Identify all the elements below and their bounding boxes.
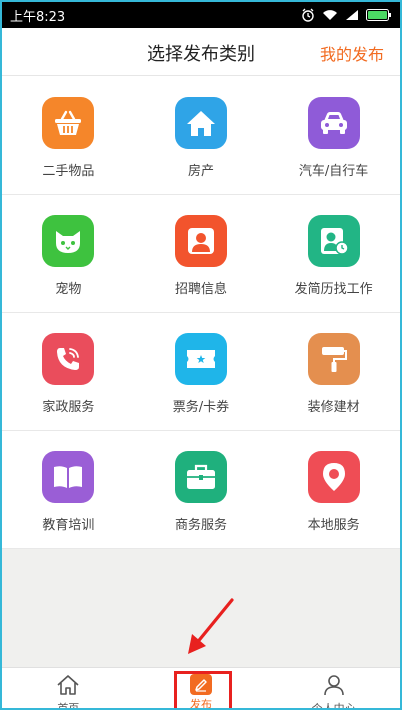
category-second-hand[interactable]: 二手物品 — [2, 77, 135, 194]
car-icon — [307, 97, 360, 149]
annotation-arrow-icon — [184, 598, 236, 660]
alarm-icon — [301, 8, 315, 22]
category-label: 汽车/自行车 — [298, 164, 369, 179]
category-business[interactable]: 商务服务 — [135, 431, 268, 548]
category-label: 票务/卡券 — [172, 400, 230, 415]
category-row: 宠物 招聘信息 发简历找工作 — [2, 195, 400, 313]
annotation-highlight-box — [174, 671, 232, 708]
house-icon — [174, 97, 227, 149]
category-label: 本地服务 — [307, 518, 360, 533]
category-housekeeping[interactable]: 家政服务 — [2, 313, 135, 430]
category-label: 招聘信息 — [174, 282, 227, 297]
category-vehicles[interactable]: 汽车/自行车 — [267, 77, 400, 194]
category-education[interactable]: 教育培训 — [2, 431, 135, 548]
briefcase-icon — [174, 451, 227, 503]
category-real-estate[interactable]: 房产 — [135, 77, 268, 194]
paint-roller-icon — [307, 333, 360, 385]
battery-icon — [366, 9, 392, 21]
app-frame: 上午8:23 选择发布类别 我的发布 二手物品 房产 汽车/自行车 宠物 招聘信… — [0, 0, 402, 710]
category-row: 家政服务 票务/卡券 装修建材 — [2, 313, 400, 431]
page-header: 选择发布类别 我的发布 — [2, 28, 400, 76]
category-label: 装修建材 — [307, 400, 360, 415]
tab-label: 首页 — [57, 702, 80, 710]
category-row: 教育培训 商务服务 本地服务 — [2, 431, 400, 549]
category-label: 宠物 — [55, 282, 82, 297]
person-icon — [174, 215, 227, 267]
category-resume[interactable]: 发简历找工作 — [267, 195, 400, 312]
location-pin-icon — [307, 451, 360, 503]
wifi-icon — [322, 9, 338, 21]
category-label: 家政服务 — [42, 400, 95, 415]
status-time: 上午8:23 — [10, 9, 66, 25]
home-icon — [56, 674, 80, 699]
signal-icon — [345, 9, 359, 21]
category-recruitment[interactable]: 招聘信息 — [135, 195, 268, 312]
phone-icon — [42, 333, 95, 385]
resume-icon — [307, 215, 360, 267]
category-label: 房产 — [187, 164, 214, 179]
category-local-services[interactable]: 本地服务 — [267, 431, 400, 548]
book-icon — [42, 451, 95, 503]
category-label: 发简历找工作 — [294, 282, 373, 297]
tab-label: 个人中心 — [311, 702, 356, 710]
category-grid: 二手物品 房产 汽车/自行车 宠物 招聘信息 发简历找工作 家政服务 票务/卡券… — [2, 77, 400, 549]
user-icon — [322, 674, 346, 699]
category-renovation[interactable]: 装修建材 — [267, 313, 400, 430]
tab-home[interactable]: 首页 — [2, 668, 135, 710]
ticket-icon — [174, 333, 227, 385]
category-tickets[interactable]: 票务/卡券 — [135, 313, 268, 430]
my-posts-link[interactable]: 我的发布 — [320, 41, 384, 65]
category-pets[interactable]: 宠物 — [2, 195, 135, 312]
basket-icon — [42, 97, 95, 149]
tab-profile[interactable]: 个人中心 — [267, 668, 400, 710]
cat-icon — [42, 215, 95, 267]
status-bar: 上午8:23 — [2, 2, 400, 28]
category-row: 二手物品 房产 汽车/自行车 — [2, 77, 400, 195]
category-label: 教育培训 — [42, 518, 95, 533]
category-label: 商务服务 — [174, 518, 227, 533]
category-label: 二手物品 — [42, 164, 95, 179]
